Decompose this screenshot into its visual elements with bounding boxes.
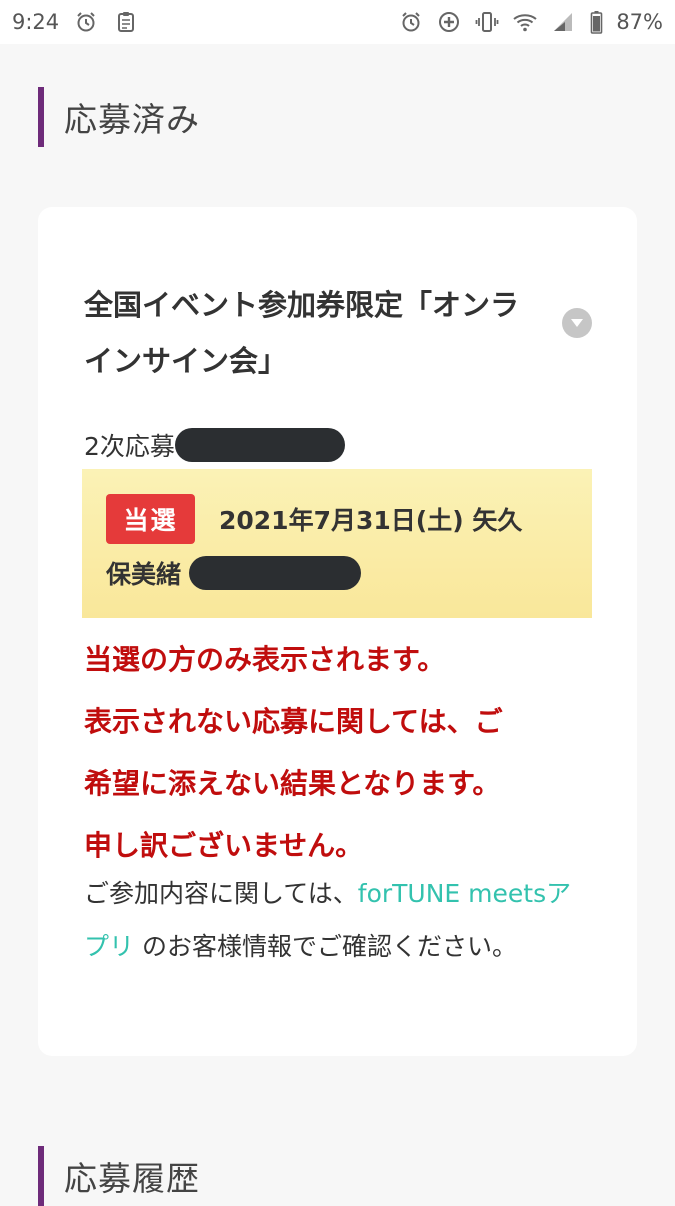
win-name: 保美緒: [106, 560, 182, 589]
win-date: 2021年7月31日(土) 矢久: [219, 506, 523, 535]
event-title[interactable]: 全国イベント参加券限定「オンラ インサイン会」: [84, 277, 552, 389]
application-card: 全国イベント参加券限定「オンラ インサイン会」 2次応募 当選 2021年7月3…: [38, 207, 637, 1056]
status-time: 9:24: [12, 10, 60, 34]
alarm-icon: [398, 9, 424, 35]
round-label: 2次応募: [84, 427, 345, 463]
win-result-box: 当選 2021年7月31日(土) 矢久 保美緒: [82, 469, 592, 618]
win-badge: 当選: [106, 494, 195, 544]
alarm-clock-icon: [73, 9, 99, 35]
signal-icon: [550, 9, 576, 35]
wifi-icon: [512, 9, 538, 35]
clipboard-icon: [113, 9, 139, 35]
battery-icon: [588, 9, 604, 35]
notice-text: 当選の方のみ表示されます。 表示されない応募に関しては、ご 希望に添えない結果と…: [84, 643, 503, 862]
vibrate-icon: [474, 9, 500, 35]
battery-percent: 87%: [616, 10, 663, 34]
redaction-mark: [189, 556, 362, 590]
status-bar: 9:24 87%: [0, 0, 675, 44]
section-title: 応募履歴: [64, 1159, 200, 1198]
section-title: 応募済み: [64, 100, 200, 139]
expand-toggle-icon[interactable]: [562, 308, 592, 338]
redaction-mark: [174, 428, 345, 462]
info-text: ご参加内容に関しては、forTUNE meetsアプリ のお客様情報でご確認くだ…: [84, 879, 572, 961]
section-heading-history: 応募履歴: [38, 1146, 200, 1206]
data-saver-icon: [436, 9, 462, 35]
section-heading-applied: 応募済み: [38, 87, 200, 147]
